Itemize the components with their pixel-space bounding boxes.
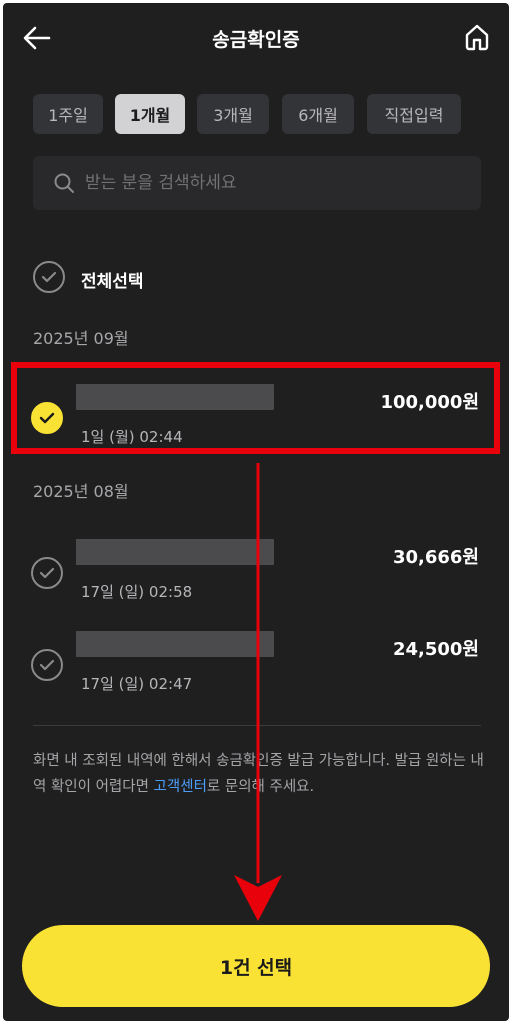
search-icon: [54, 173, 74, 193]
search-box[interactable]: [33, 156, 481, 210]
item-checkbox-checked[interactable]: [31, 402, 63, 434]
customer-center-link[interactable]: 고객센터: [154, 779, 207, 795]
select-confirm-button[interactable]: 1건 선택: [22, 925, 490, 1007]
divider: [33, 725, 481, 726]
tab-1-month[interactable]: 1개월: [115, 94, 185, 134]
transfer-amount: 24,500원: [392, 639, 479, 660]
tab-3-months[interactable]: 3개월: [197, 94, 269, 134]
page-title: 송금확인증: [212, 29, 300, 51]
header: 송금확인증: [3, 3, 509, 73]
recipient-name-redacted: [76, 539, 274, 565]
search-input[interactable]: [85, 156, 465, 210]
transfer-item[interactable]: 17일 (일) 02:47 24,500원: [3, 627, 509, 707]
select-all-checkbox[interactable]: [33, 261, 65, 293]
home-button[interactable]: [463, 22, 491, 52]
transfer-item[interactable]: 17일 (일) 02:58 30,666원: [3, 535, 509, 615]
tab-6-months[interactable]: 6개월: [282, 94, 354, 134]
check-icon: [39, 659, 55, 671]
recipient-name-redacted: [76, 384, 274, 410]
transfer-amount: 30,666원: [392, 547, 479, 568]
transfer-amount: 100,000원: [380, 392, 479, 413]
month-header: 2025년 08월: [33, 482, 129, 501]
screen: 송금확인증 1주일 1개월 3개월 6개월 직접입력 전체선택 2025년 09…: [3, 3, 509, 1021]
tab-custom-input[interactable]: 직접입력: [367, 94, 461, 134]
item-checkbox[interactable]: [31, 557, 63, 589]
transfer-datetime: 17일 (일) 02:58: [81, 583, 193, 601]
select-all-label: 전체선택: [81, 272, 144, 292]
month-header: 2025년 09월: [33, 329, 129, 348]
tab-1-week[interactable]: 1주일: [33, 94, 103, 134]
item-checkbox[interactable]: [31, 649, 63, 681]
transfer-datetime: 1일 (월) 02:44: [81, 428, 183, 446]
notice-text-after: 로 문의해 주세요.: [206, 779, 315, 795]
check-icon: [39, 567, 55, 579]
check-icon: [41, 271, 57, 283]
check-icon: [39, 412, 55, 424]
notice-text: 화면 내 조회된 내역에 한해서 송금확인증 발급 가능합니다. 발급 원하는 …: [33, 748, 485, 800]
transfer-item[interactable]: 1일 (월) 02:44 100,000원: [3, 380, 509, 460]
transfer-datetime: 17일 (일) 02:47: [81, 675, 193, 693]
recipient-name-redacted: [76, 631, 274, 657]
home-icon: [465, 24, 489, 51]
